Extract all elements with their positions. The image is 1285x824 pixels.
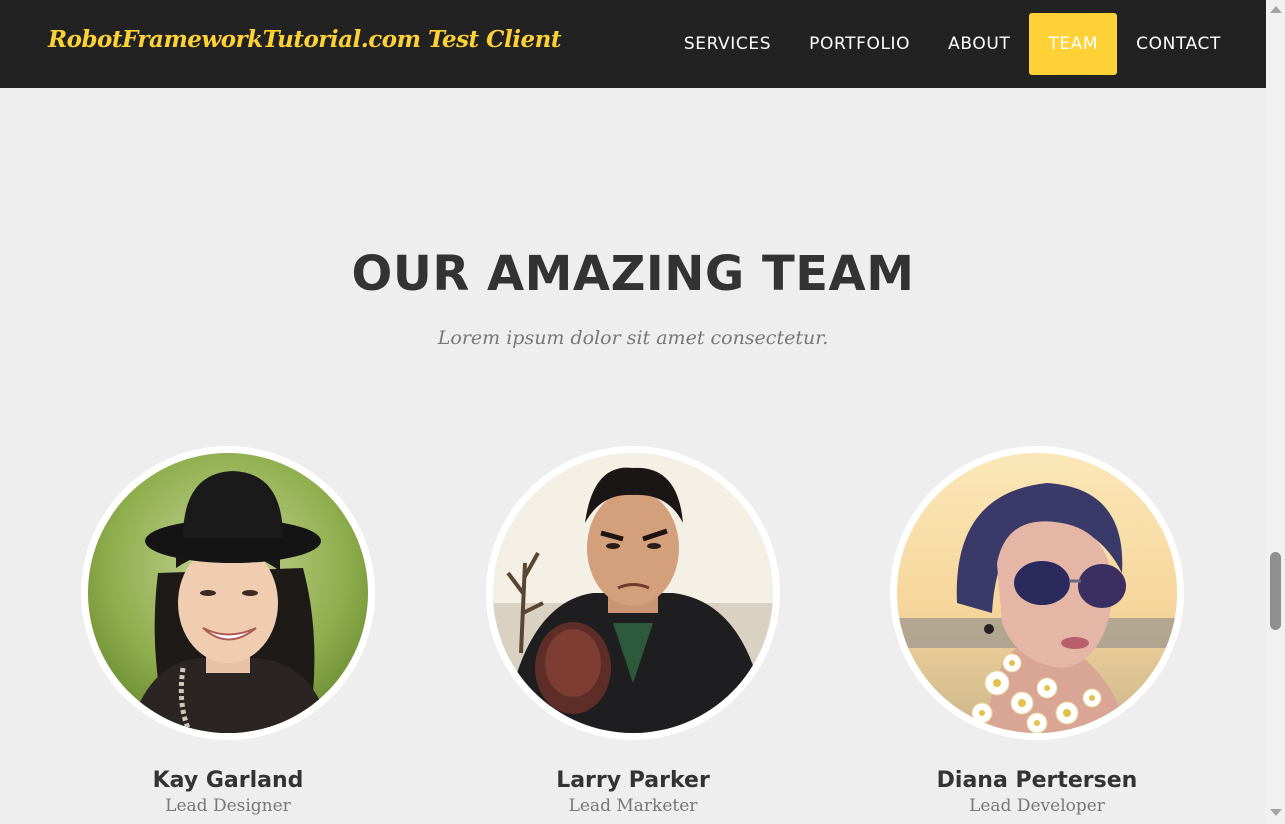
brand-link[interactable]: RobotFrameworkTutorial.com Test Client	[48, 26, 561, 53]
scroll-down-arrow-icon[interactable]	[1270, 809, 1282, 816]
scroll-thumb[interactable]	[1270, 552, 1281, 630]
member-name: Kay Garland	[152, 768, 304, 793]
avatar-photo-diana	[897, 453, 1177, 733]
team-member-card: Kay Garland Lead Designer	[78, 446, 378, 816]
member-role: Lead Designer	[165, 796, 291, 816]
member-name: Larry Parker	[556, 768, 710, 793]
vertical-scrollbar[interactable]	[1266, 0, 1285, 824]
section-subtitle: Lorem ipsum dolor sit amet consectetur.	[437, 327, 829, 349]
avatar-photo-kay	[88, 453, 368, 733]
team-member-card: Diana Pertersen Lead Developer	[887, 446, 1187, 816]
avatar	[81, 446, 375, 740]
nav-item-portfolio[interactable]: PORTFOLIO	[790, 13, 929, 75]
nav-item-team[interactable]: TEAM	[1029, 13, 1118, 75]
avatar	[486, 446, 780, 740]
member-role: Lead Developer	[969, 796, 1105, 816]
nav-item-services[interactable]: SERVICES	[665, 13, 790, 75]
nav-item-contact[interactable]: CONTACT	[1117, 13, 1240, 75]
avatar	[890, 446, 1184, 740]
section-title: OUR AMAZING TEAM	[351, 246, 915, 302]
page: RobotFrameworkTutorial.com Test Client S…	[0, 0, 1285, 824]
scroll-up-arrow-icon[interactable]	[1270, 6, 1282, 13]
nav-menu: SERVICES PORTFOLIO ABOUT TEAM CONTACT	[665, 13, 1240, 75]
avatar-photo-larry	[493, 453, 773, 733]
team-member-card: Larry Parker Lead Marketer	[483, 446, 783, 816]
nav-item-about[interactable]: ABOUT	[929, 13, 1029, 75]
navbar: RobotFrameworkTutorial.com Test Client S…	[0, 0, 1266, 88]
member-name: Diana Pertersen	[936, 768, 1138, 793]
member-role: Lead Marketer	[568, 796, 698, 816]
